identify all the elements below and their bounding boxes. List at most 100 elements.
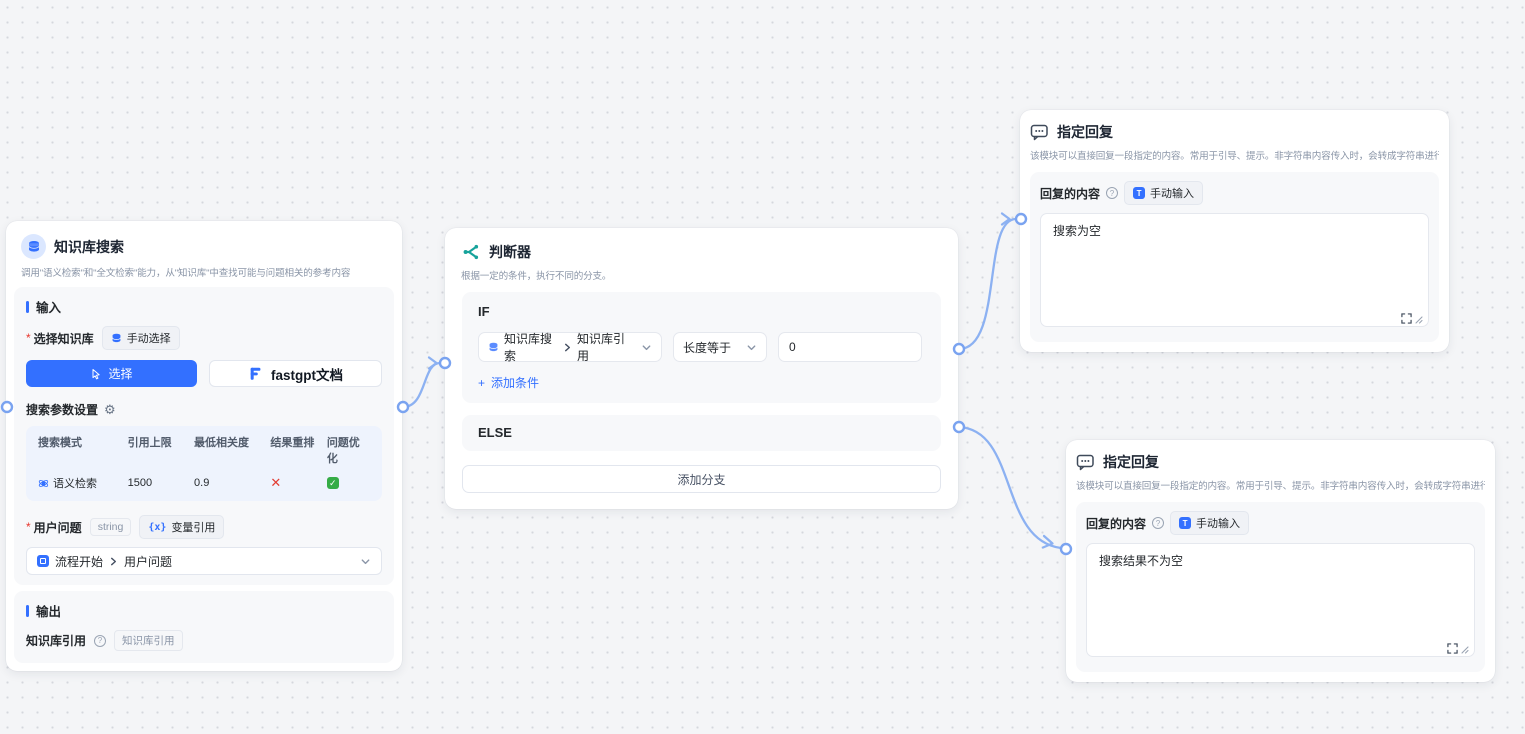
judge-node-header: 判断器 根据一定的条件，执行不同的分支。 [445, 228, 958, 292]
help-icon[interactable]: ? [94, 635, 106, 647]
node-kb-search[interactable]: 知识库搜索 调用"语义检索"和"全文检索"能力，从"知识库"中查找可能与问题相关… [6, 221, 402, 671]
edge-kb-to-judge[interactable] [403, 363, 440, 407]
value-rerank: ✕ [270, 475, 326, 491]
search-params-table: 搜索模式 引用上限 最低相关度 结果重排 问题优化 语义检索 [26, 426, 382, 501]
value-search-mode: 语义检索 [38, 475, 128, 491]
condition-operator-select[interactable]: 长度等于 [673, 332, 767, 362]
else-label: ELSE [478, 425, 512, 440]
question-source-text: 流程开始 [55, 553, 103, 570]
chat-bubble-icon [1030, 123, 1049, 141]
output-name: 知识库引用 [26, 632, 86, 649]
plus-icon: + [478, 376, 485, 390]
else-block: ELSE [462, 415, 941, 451]
condition-operator-text: 长度等于 [683, 339, 731, 356]
kb-output-section-label: 输出 [26, 601, 382, 620]
manual-select-label: 手动选择 [127, 330, 171, 346]
if-block: IF 知识库搜索 知识库引用 [462, 292, 941, 403]
type-badge: string [90, 518, 132, 536]
reply-empty-title: 指定回复 [1057, 122, 1113, 142]
value-question-opt: ✓ [327, 475, 370, 491]
kb-node-desc: 调用"语义检索"和"全文检索"能力，从"知识库"中查找可能与问题相关的参考内容 [21, 265, 387, 279]
kb-input-section: 输入 * 选择知识库 手动选择 [14, 287, 394, 585]
var-ref-badge[interactable]: {x} 变量引用 [139, 515, 224, 539]
kb-node-title: 知识库搜索 [54, 237, 124, 257]
edge-else-to-reply-not-empty[interactable] [959, 427, 1061, 548]
manual-select-badge[interactable]: 手动选择 [102, 326, 180, 350]
condition-source-select[interactable]: 知识库搜索 知识库引用 [478, 332, 662, 362]
kb-output-section: 输出 知识库引用 ? 知识库引用 [14, 591, 394, 663]
gear-icon[interactable]: ⚙ [104, 403, 116, 416]
select-button-label: 选择 [108, 365, 132, 382]
text-input-icon: T [1179, 517, 1191, 529]
required-asterisk: * [26, 520, 31, 534]
chat-bubble-icon [1076, 453, 1095, 471]
params-title: 搜索参数设置 [26, 401, 98, 418]
col-question-opt: 问题优化 [327, 434, 370, 475]
kb-input-label-text: 输入 [36, 297, 61, 316]
semantic-search-icon [38, 478, 49, 489]
var-ref-label: 变量引用 [171, 519, 215, 535]
chevron-down-icon [641, 342, 652, 353]
dataset-chip-label: fastgpt文档 [271, 364, 343, 384]
add-condition-label: 添加条件 [491, 374, 539, 391]
chevron-right-icon [563, 343, 572, 352]
flow-start-icon [37, 555, 49, 567]
chevron-right-icon [109, 557, 118, 566]
condition-field-text: 知识库引用 [577, 330, 631, 364]
node-judge[interactable]: 判断器 根据一定的条件，执行不同的分支。 IF 知识库搜索 知识库引用 [445, 228, 958, 509]
add-branch-button[interactable]: 添加分支 [462, 465, 941, 493]
value-quote-limit: 1500 [128, 475, 194, 491]
rerank-disabled-icon: ✕ [270, 475, 281, 491]
database-icon [111, 333, 122, 344]
help-icon[interactable]: ? [1106, 187, 1118, 199]
reply-not-empty-header: 指定回复 该模块可以直接回复一段指定的内容。常用于引导、提示。非字符串内容传入时… [1066, 440, 1495, 498]
required-asterisk: * [26, 331, 31, 345]
kb-search-icon [21, 234, 46, 259]
add-branch-label: 添加分支 [677, 471, 725, 488]
col-quote-limit: 引用上限 [128, 434, 194, 475]
reply-not-empty-title: 指定回复 [1103, 452, 1159, 472]
col-search-mode: 搜索模式 [38, 434, 128, 475]
user-question-select[interactable]: 流程开始 用户问题 [26, 547, 382, 575]
variable-icon: {x} [148, 522, 166, 533]
kb-output-label-text: 输出 [36, 601, 61, 620]
reply-not-empty-desc: 该模块可以直接回复一段指定的内容。常用于引导、提示。非字符串内容传入时，会转成字… [1076, 478, 1485, 492]
database-icon [488, 342, 499, 353]
col-min-relevance: 最低相关度 [194, 434, 270, 475]
col-rerank: 结果重排 [270, 434, 326, 475]
text-input-icon: T [1133, 187, 1145, 199]
node-reply-empty[interactable]: 指定回复 该模块可以直接回复一段指定的内容。常用于引导、提示。非字符串内容传入时… [1020, 110, 1449, 352]
manual-input-label: 手动输入 [1196, 515, 1240, 531]
judge-node-desc: 根据一定的条件，执行不同的分支。 [461, 268, 942, 282]
manual-input-label: 手动输入 [1150, 185, 1194, 201]
cursor-icon [90, 368, 102, 380]
dataset-chip[interactable]: fastgpt文档 [209, 360, 382, 387]
select-dataset-button[interactable]: 选择 [26, 360, 197, 387]
value-min-relevance: 0.9 [194, 475, 270, 491]
question-field-text: 用户问题 [124, 553, 172, 570]
node-reply-not-empty[interactable]: 指定回复 该模块可以直接回复一段指定的内容。常用于引导、提示。非字符串内容传入时… [1066, 440, 1495, 682]
condition-value-input[interactable] [778, 332, 922, 362]
chevron-down-icon [360, 556, 371, 567]
reply-not-empty-textarea[interactable]: 搜索结果不为空 [1086, 543, 1475, 657]
judge-node-title: 判断器 [489, 242, 531, 262]
edge-if-to-reply-empty[interactable] [959, 219, 1016, 349]
manual-input-badge[interactable]: T 手动输入 [1170, 511, 1249, 535]
add-condition-button[interactable]: + 添加条件 [478, 374, 539, 391]
kb-node-header: 知识库搜索 调用"语义检索"和"全文检索"能力，从"知识库"中查找可能与问题相关… [6, 221, 402, 287]
reply-content-label: 回复的内容 [1040, 185, 1100, 202]
edge-arrow [1043, 536, 1053, 548]
fastgpt-logo-icon [248, 366, 264, 382]
reply-empty-textarea[interactable]: 搜索为空 [1040, 213, 1429, 327]
edge-arrow [1002, 214, 1010, 225]
manual-input-badge[interactable]: T 手动输入 [1124, 181, 1203, 205]
expand-icon[interactable] [1401, 313, 1412, 324]
select-kb-label: 选择知识库 [34, 330, 94, 347]
resize-grip-icon[interactable] [1459, 644, 1469, 654]
workflow-canvas[interactable]: 知识库搜索 调用"语义检索"和"全文检索"能力，从"知识库"中查找可能与问题相关… [0, 0, 1525, 734]
resize-grip-icon[interactable] [1413, 314, 1423, 324]
user-question-label: 用户问题 [34, 519, 82, 536]
help-icon[interactable]: ? [1152, 517, 1164, 529]
section-bar [26, 301, 29, 313]
expand-icon[interactable] [1447, 643, 1458, 654]
